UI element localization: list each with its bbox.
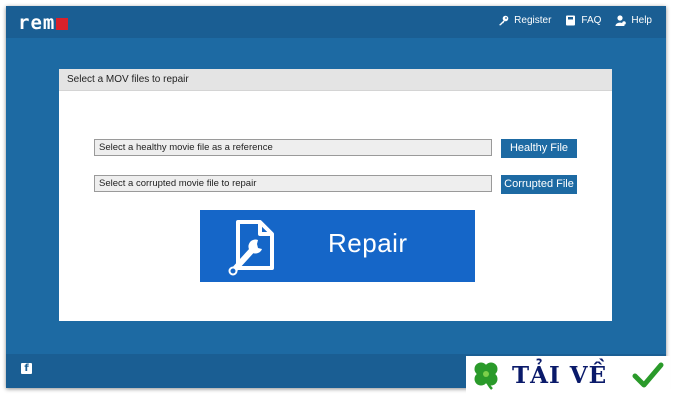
register-label: Register xyxy=(514,15,552,26)
facebook-icon[interactable]: f xyxy=(21,363,32,374)
repair-panel: Select a MOV files to repair Select a he… xyxy=(59,69,612,321)
file-wrench-icon xyxy=(228,220,274,276)
key-icon xyxy=(499,15,509,26)
faq-link[interactable]: FAQ xyxy=(565,15,601,26)
logo-red-square xyxy=(56,18,69,30)
taive-watermark: TẢI VỀ xyxy=(466,356,670,394)
book-icon xyxy=(566,15,576,26)
clover-icon xyxy=(474,362,498,390)
healthy-file-field[interactable]: Select a healthy movie file as a referen… xyxy=(94,139,492,156)
panel-title: Select a MOV files to repair xyxy=(59,69,612,91)
person-icon xyxy=(615,15,627,26)
corrupted-file-field[interactable]: Select a corrupted movie file to repair xyxy=(94,175,492,192)
register-link[interactable]: Register xyxy=(498,15,551,26)
watermark-text: TẢI VỀ xyxy=(512,362,608,389)
checkmark-icon xyxy=(632,362,664,388)
corrupted-file-button[interactable]: Corrupted File xyxy=(501,175,577,194)
remo-logo: remo rem xyxy=(18,12,69,34)
logo-glyphs: rem xyxy=(18,12,56,34)
top-nav: Register FAQ Help xyxy=(498,15,652,26)
help-link[interactable]: Help xyxy=(615,15,652,26)
repair-button[interactable]: Repair xyxy=(200,210,475,282)
healthy-file-button[interactable]: Healthy File xyxy=(501,139,577,158)
app-window: remo rem Register FAQ xyxy=(6,6,666,388)
help-label: Help xyxy=(631,15,652,26)
faq-label: FAQ xyxy=(581,15,602,26)
repair-label: Repair xyxy=(328,228,408,258)
top-bar: remo rem Register FAQ xyxy=(6,6,666,38)
